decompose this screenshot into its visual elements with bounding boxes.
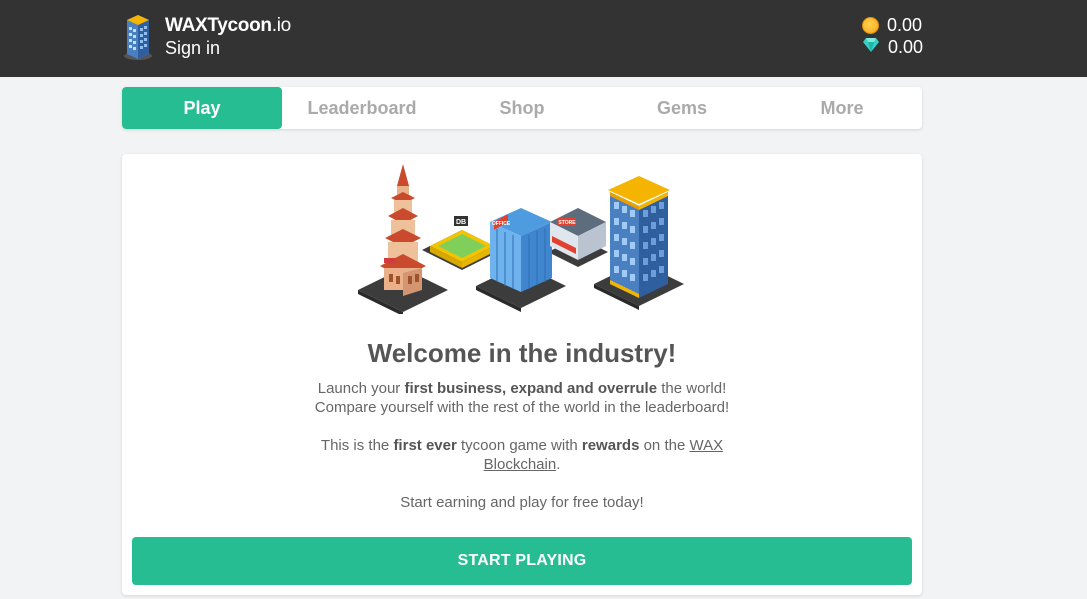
gems-balance: 0.00 — [862, 37, 923, 58]
rewards-bold-rewards: rewards — [581, 437, 640, 454]
welcome-heading: Welcome in the industry! — [367, 338, 677, 368]
tab-play[interactable]: Play — [122, 87, 282, 129]
rewards-text-2: tycoon game with — [456, 437, 582, 454]
main-tabs: Play Leaderboard Shop Gems More — [122, 87, 922, 129]
coins-value: 0.00 — [887, 15, 923, 35]
brand-name: WAXTycoon — [165, 15, 272, 36]
intro-paragraph: Launch your first business, expand and o… — [122, 379, 922, 417]
gems-value: 0.00 — [888, 37, 924, 57]
start-playing-button[interactable]: START PLAYING — [132, 537, 912, 585]
rewards-text-3: on the — [639, 437, 690, 454]
coins-balance: 0.00 — [862, 15, 922, 36]
office-sign-label: OFFICE — [492, 221, 511, 227]
sign-in-link[interactable]: Sign in — [165, 38, 220, 59]
scoreboard-label: DB — [456, 219, 466, 226]
intro-line-2: Compare yourself with the rest of the wo… — [314, 399, 730, 416]
tab-gems[interactable]: Gems — [602, 87, 762, 129]
tab-leaderboard[interactable]: Leaderboard — [282, 87, 442, 129]
city-buildings-illustration: DB OFFICE STORE — [358, 162, 688, 316]
intro-bold: first business, expand and overrule — [404, 380, 658, 397]
brand-title[interactable]: WAXTycoon.io — [165, 15, 291, 37]
rewards-period: . — [556, 456, 561, 473]
tab-more[interactable]: More — [762, 87, 922, 129]
store-sign-label: STORE — [558, 220, 576, 226]
wax-link[interactable]: WAX — [689, 437, 723, 454]
intro-text: Launch your — [317, 380, 405, 397]
top-bar: WAXTycoon.io Sign in 0.00 0.00 — [0, 0, 1087, 77]
rewards-paragraph: This is the first ever tycoon game with … — [122, 436, 922, 474]
tab-shop[interactable]: Shop — [442, 87, 602, 129]
brand-suffix: .io — [271, 15, 291, 36]
diamond-icon — [862, 37, 880, 58]
welcome-card: DB OFFICE STORE Welcome in the industry!… — [122, 154, 922, 595]
rewards-text: This is the — [320, 437, 394, 454]
coin-icon — [862, 17, 879, 34]
building-logo-icon[interactable] — [122, 12, 154, 62]
intro-text-end: the world! — [657, 380, 727, 397]
cta-paragraph: Start earning and play for free today! — [400, 494, 644, 511]
blockchain-link[interactable]: Blockchain — [484, 456, 557, 473]
rewards-bold-first: first ever — [393, 437, 457, 454]
